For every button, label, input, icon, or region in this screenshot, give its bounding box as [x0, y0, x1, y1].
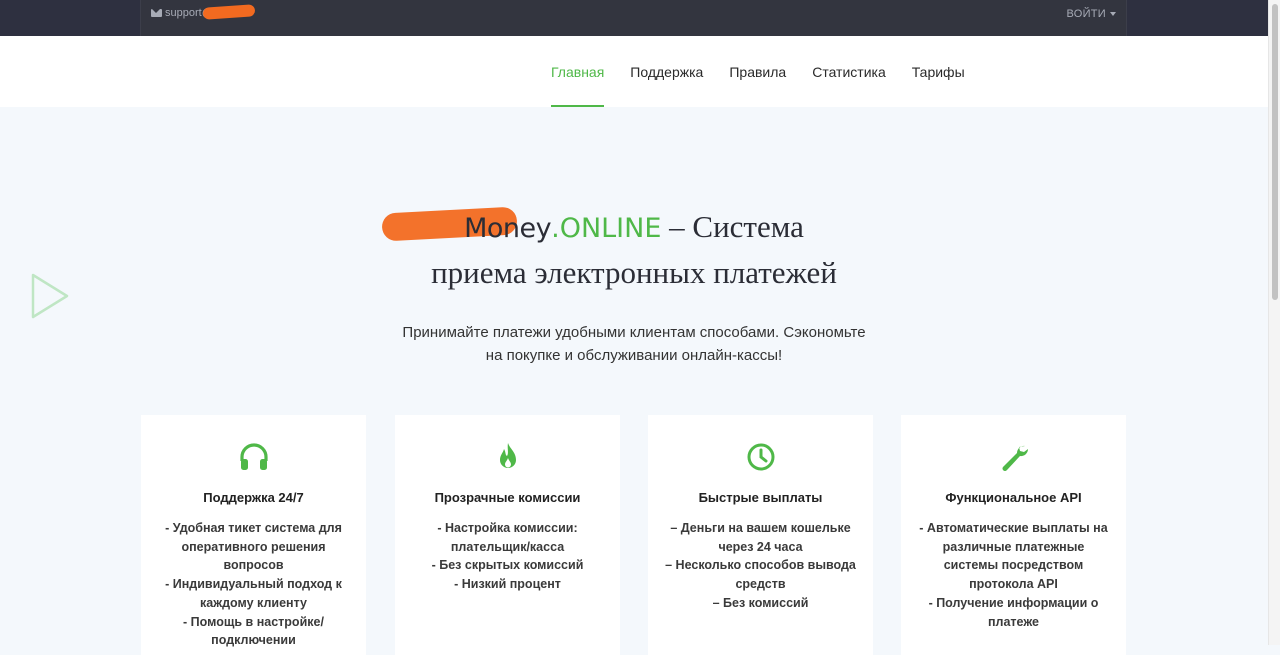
feature-line: - Низкий процент [454, 577, 561, 592]
hero-subtitle-line2: на покупке и обслуживании онлайн-кассы! [485, 347, 783, 364]
top-bar-inner: support@ ВОЙТИ [140, 0, 1127, 36]
feature-line: платеже [987, 614, 1039, 629]
feature-card-support: Поддержка 24/7 - Удобная тикет система д… [141, 415, 366, 655]
feature-line: - Без скрытых комиссий [431, 558, 584, 573]
feature-line: - Удобная тикет система для [165, 521, 342, 535]
main-nav: Главная Поддержка Правила Статистика Тар… [538, 36, 978, 107]
feature-line: подключении [211, 633, 296, 648]
hero-subtitle-line1: Принимайте платежи удобными клиентам спо… [402, 324, 866, 341]
feature-title: Поддержка 24/7 [203, 490, 304, 505]
scrollbar-thumb[interactable] [1272, 4, 1278, 300]
feature-line: различные платежные [942, 539, 1085, 554]
feature-description: - Настройка комиссии: плательщик/касса -… [410, 519, 605, 594]
feature-line: системы посредством [943, 558, 1084, 573]
feature-line: – Без комиссий [712, 595, 809, 610]
feature-line: плательщик/касса [450, 539, 565, 554]
feature-line: средств [735, 577, 786, 592]
fire-icon [500, 443, 516, 468]
top-bar: support@ ВОЙТИ [0, 0, 1268, 36]
feature-line: - Настройка комиссии: [437, 521, 578, 535]
feature-description: - Автоматические выплаты на различные пл… [916, 519, 1111, 631]
page-scrollbar[interactable] [1268, 0, 1280, 645]
hero-title-line2: приема электронных платежей [431, 255, 837, 290]
feature-line: через 24 часа [718, 539, 803, 554]
nav-item-tariffs[interactable]: Тарифы [899, 36, 978, 107]
hero-title-line1: Money.ONLINE – Система [0, 205, 1268, 251]
feature-title: Прозрачные комиссии [434, 490, 581, 505]
feature-line: - Автоматические выплаты на [919, 521, 1108, 535]
feature-line: - Индивидуальный подход к [165, 577, 342, 592]
feature-card-payouts: Быстрые выплаты – Деньги на вашем кошель… [648, 415, 873, 655]
feature-line: протокола API [969, 577, 1058, 592]
feature-line: – Несколько способов вывода [665, 558, 856, 573]
nav-item-statistics[interactable]: Статистика [799, 36, 899, 107]
redaction-scribble [202, 4, 256, 20]
feature-line: вопросов [223, 558, 284, 573]
feature-description: – Деньги на вашем кошельке через 24 часа… [663, 519, 858, 613]
feature-description: - Удобная тикет система для оперативного… [156, 519, 351, 650]
envelope-icon [151, 9, 162, 17]
nav-item-rules[interactable]: Правила [716, 36, 799, 107]
feature-line: каждому клиенту [200, 595, 307, 610]
wrench-icon [1002, 445, 1029, 471]
feature-title: Функциональное API [945, 490, 1082, 505]
clock-icon [747, 443, 775, 471]
login-dropdown[interactable]: ВОЙТИ [1066, 8, 1116, 20]
brand-name: Money [464, 213, 552, 244]
feature-line: - Получение информации о [928, 595, 1099, 610]
main-navbar: Главная Поддержка Правила Статистика Тар… [0, 36, 1268, 107]
feature-line: - Помощь в настройке/ [183, 614, 324, 629]
hero-title-rest: – Система [661, 209, 804, 244]
feature-line: – Деньги на вашем кошельке [670, 521, 851, 535]
feature-card-api: Функциональное API - Автоматические выпл… [901, 415, 1126, 655]
feature-line: оперативного решения [181, 539, 326, 554]
headphones-icon [240, 443, 268, 470]
hero-title: Money.ONLINE – Система приема электронны… [0, 205, 1268, 295]
nav-item-home[interactable]: Главная [538, 36, 617, 107]
brand-suffix: .ONLINE [551, 213, 662, 244]
feature-title: Быстрые выплаты [698, 490, 823, 505]
feature-card-commissions: Прозрачные комиссии - Настройка комиссии… [395, 415, 620, 655]
nav-item-support[interactable]: Поддержка [617, 36, 716, 107]
caret-down-icon [1110, 12, 1116, 16]
hero-subtitle: Принимайте платежи удобными клиентам спо… [384, 321, 884, 367]
login-label: ВОЙТИ [1066, 8, 1106, 20]
